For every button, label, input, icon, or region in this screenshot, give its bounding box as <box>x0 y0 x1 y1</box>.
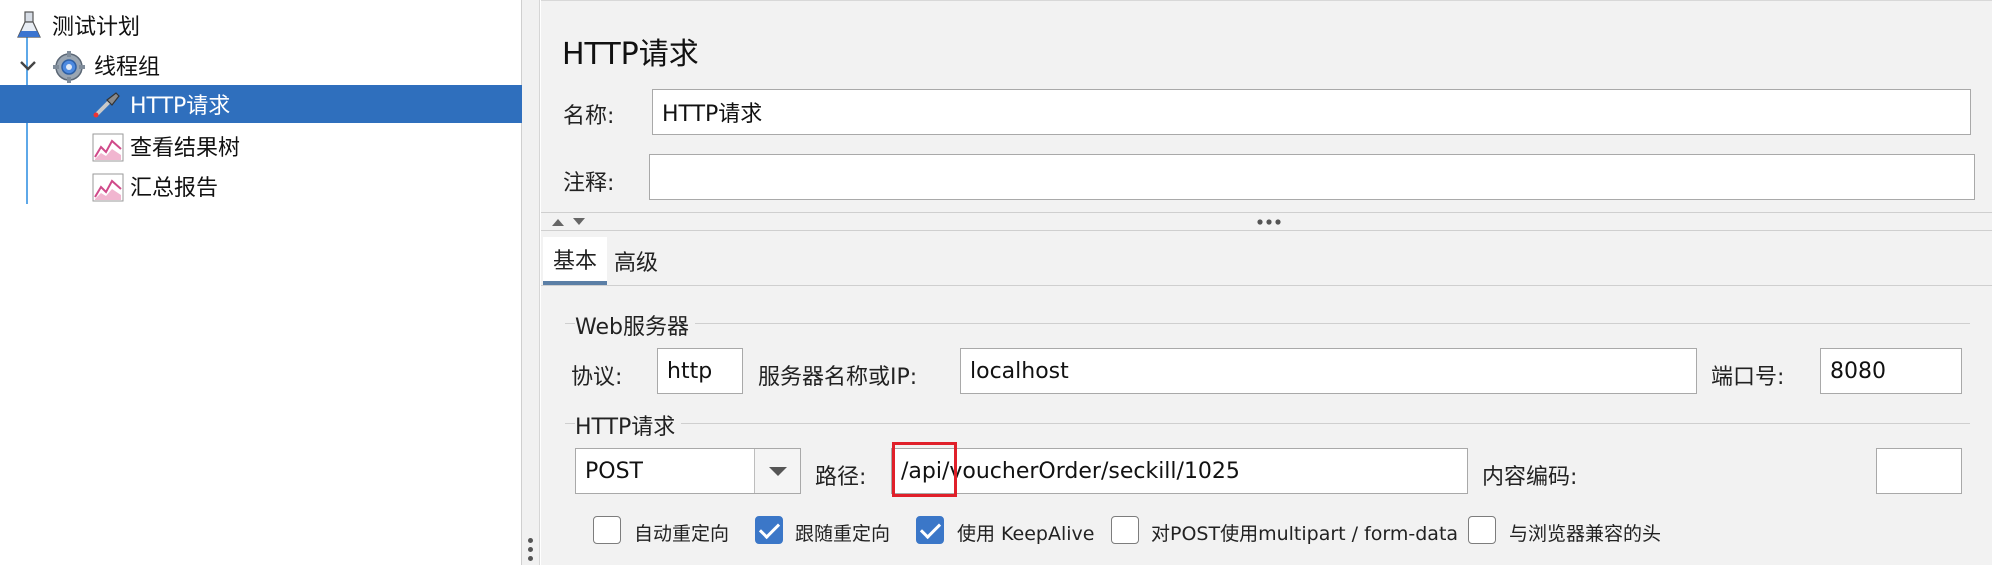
tree-item-label: 线程组 <box>94 55 161 80</box>
chevron-down-icon <box>769 467 787 476</box>
grip-dot <box>528 547 533 552</box>
collapse-up-icon[interactable] <box>551 217 565 227</box>
grip-dot <box>528 556 533 561</box>
auto-redirect-label: 自动重定向 <box>634 523 730 545</box>
highlight-box <box>892 442 957 497</box>
collapse-down-icon[interactable] <box>572 217 586 227</box>
server-label: 服务器名称或IP: <box>758 365 918 390</box>
tree-item-thread-group[interactable]: 线程组 <box>52 46 160 84</box>
method-dropdown-button[interactable] <box>754 449 800 493</box>
tab-basic[interactable]: 基本 <box>543 237 607 285</box>
panel-splitter[interactable] <box>522 0 540 565</box>
method-value: POST <box>585 458 643 484</box>
auto-redirect-checkbox[interactable] <box>593 516 621 544</box>
flask-icon <box>14 10 44 40</box>
grip-dot <box>528 538 533 543</box>
chevron-down-icon[interactable] <box>18 56 38 76</box>
tree-item-label: 查看结果树 <box>130 136 241 161</box>
divider <box>541 230 1992 231</box>
tab-underline <box>541 285 1992 286</box>
encoding-label: 内容编码: <box>1482 465 1578 490</box>
graph-icon <box>92 171 124 202</box>
tree-item-test-plan[interactable]: 测试计划 <box>14 6 140 44</box>
follow-redirect-label: 跟随重定向 <box>795 523 891 545</box>
comment-input[interactable] <box>649 154 1975 200</box>
group-border-web-server <box>565 323 1970 324</box>
http-request-panel: HTTP请求 名称: HTTP请求 注释: 基本 高级 Web服务器 协议: h… <box>541 0 1992 565</box>
keepalive-label: 使用 KeepAlive <box>957 523 1095 545</box>
encoding-input[interactable] <box>1876 448 1962 494</box>
tab-advanced[interactable]: 高级 <box>609 237 663 285</box>
comment-label: 注释: <box>563 171 615 196</box>
name-input[interactable]: HTTP请求 <box>652 89 1971 135</box>
name-label: 名称: <box>563 104 615 129</box>
graph-icon <box>92 131 124 162</box>
port-label: 端口号: <box>1711 365 1785 390</box>
path-input[interactable]: /api/voucherOrder/seckill/1025 <box>891 448 1468 494</box>
tree-item-http-request[interactable]: HTTP请求 <box>0 85 522 123</box>
multipart-checkbox[interactable] <box>1111 516 1139 544</box>
more-dots-icon[interactable] <box>1256 218 1282 226</box>
tree-item-label: 测试计划 <box>52 15 141 40</box>
pipette-icon <box>92 89 122 119</box>
test-plan-tree: 测试计划 线程组 HTTP请求 查看结果树 汇总报告 <box>0 0 522 565</box>
tree-item-label: HTTP请求 <box>130 94 231 119</box>
tree-item-summary-report[interactable]: 汇总报告 <box>92 167 218 205</box>
tree-item-label: 汇总报告 <box>130 176 219 201</box>
group-border-http-request <box>565 423 1970 424</box>
page-title: HTTP请求 <box>562 37 699 72</box>
gear-icon <box>52 50 85 83</box>
protocol-input[interactable]: http <box>657 348 743 394</box>
server-input[interactable]: localhost <box>960 348 1697 394</box>
web-server-group-title: Web服务器 <box>575 309 695 341</box>
divider <box>541 212 1992 213</box>
keepalive-checkbox[interactable] <box>916 516 944 544</box>
http-request-group-title: HTTP请求 <box>575 409 682 441</box>
browser-compatible-headers-checkbox[interactable] <box>1468 516 1496 544</box>
port-input[interactable]: 8080 <box>1820 348 1962 394</box>
tree-item-view-results-tree[interactable]: 查看结果树 <box>92 127 240 165</box>
browser-compatible-headers-label: 与浏览器兼容的头 <box>1509 523 1662 545</box>
follow-redirect-checkbox[interactable] <box>755 516 783 544</box>
multipart-label: 对POST使用multipart / form-data <box>1151 523 1459 545</box>
path-label: 路径: <box>815 465 867 490</box>
protocol-label: 协议: <box>571 365 623 390</box>
